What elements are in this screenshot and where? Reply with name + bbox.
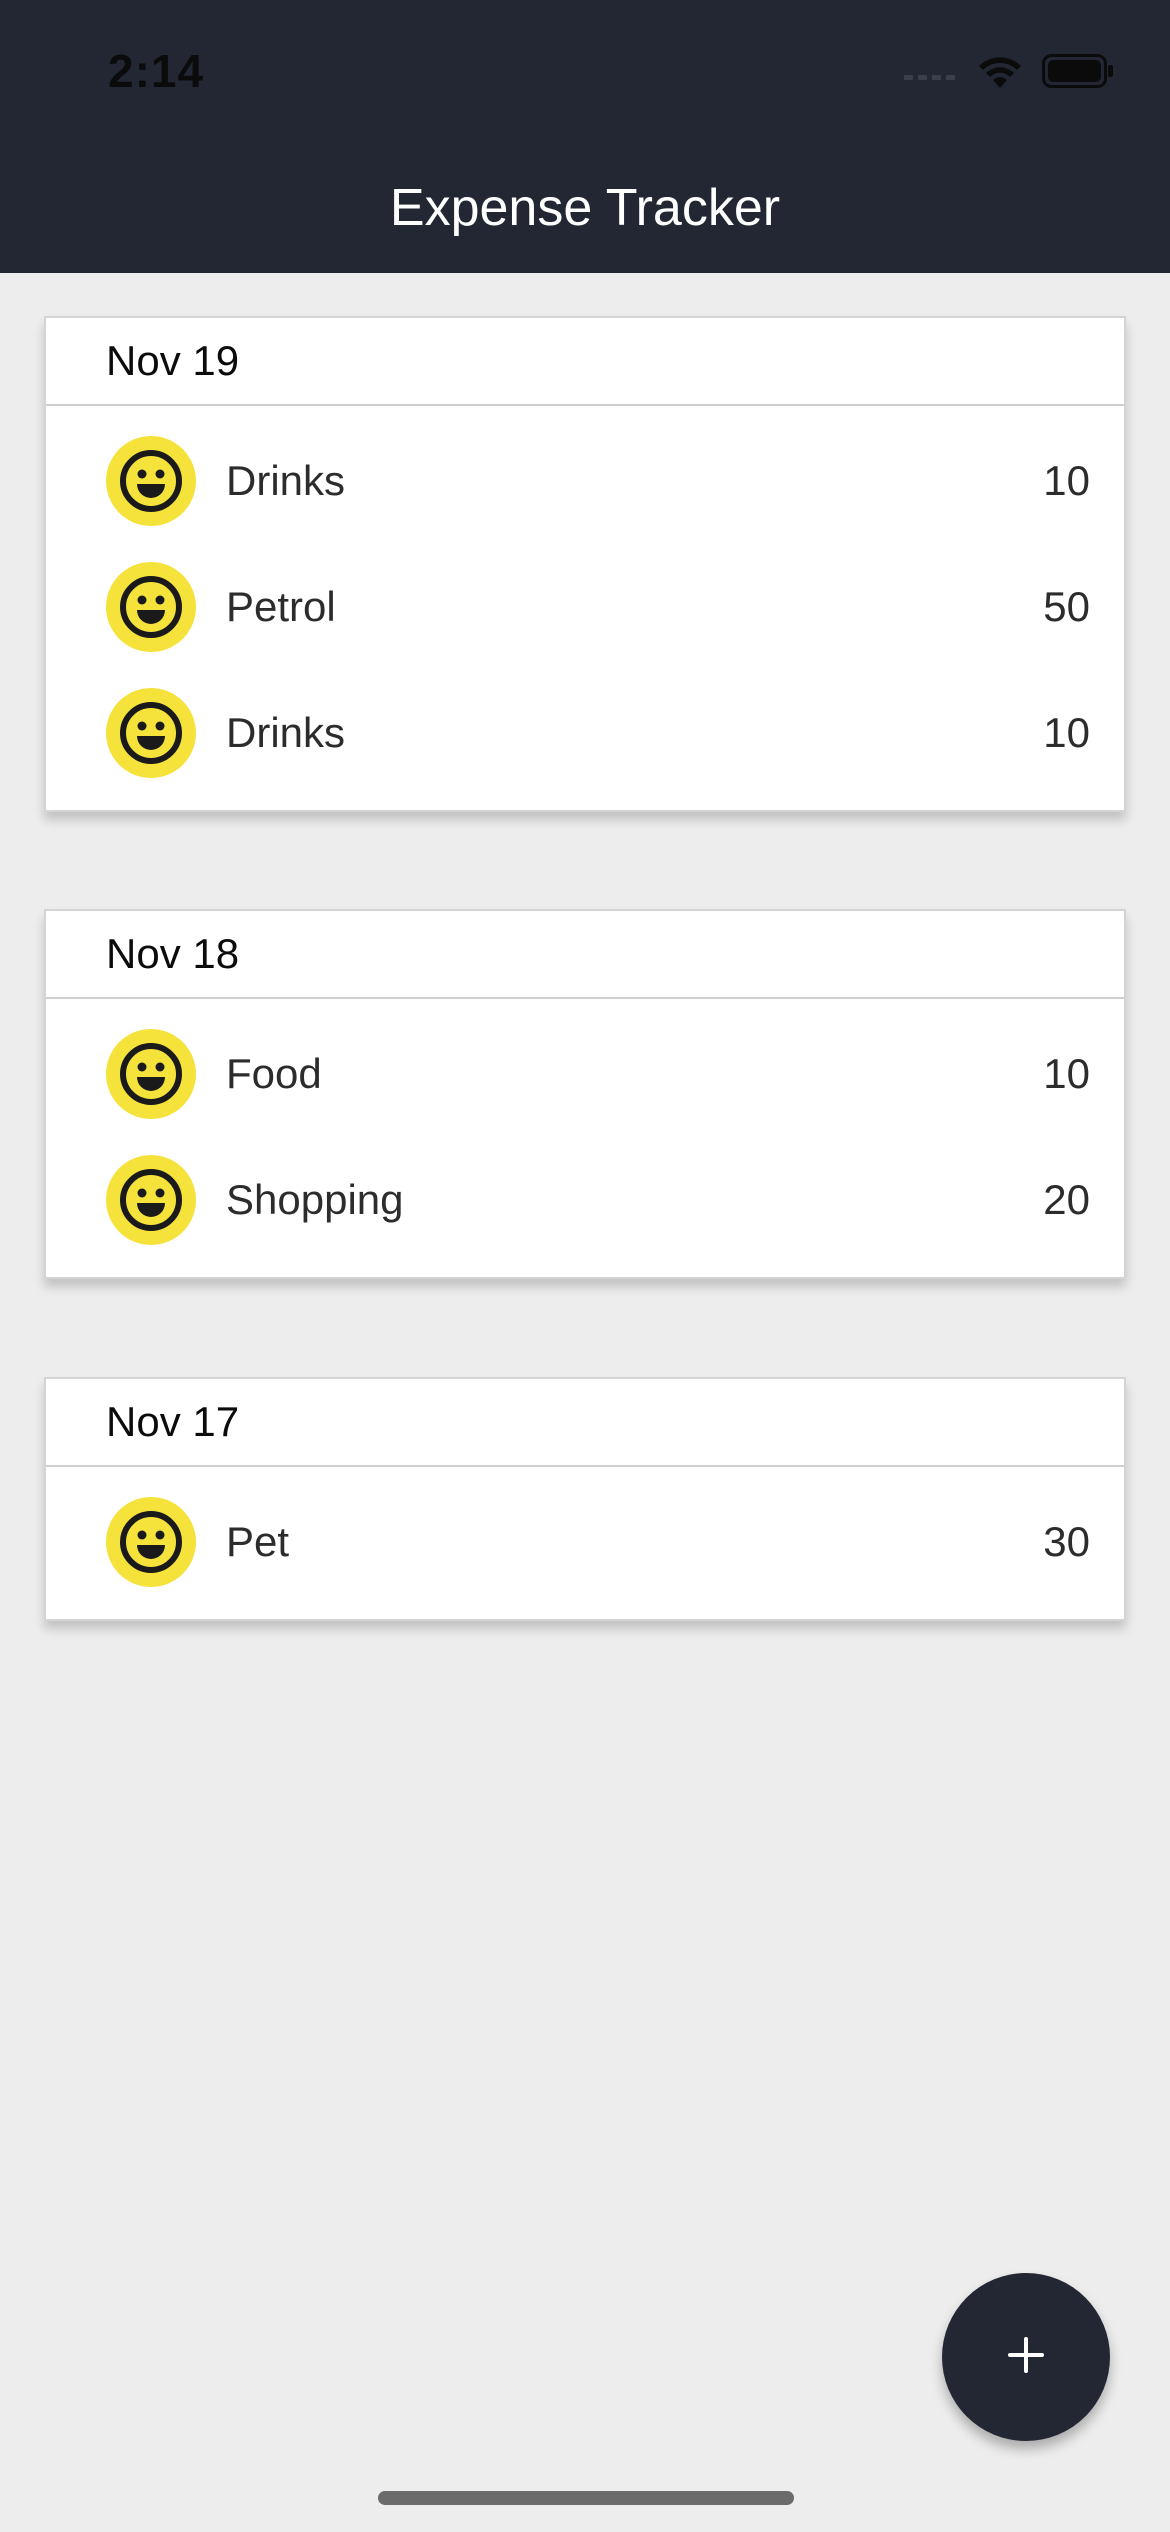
status-icons (904, 52, 1114, 95)
smiley-icon (106, 436, 196, 526)
status-time: 2:14 (108, 45, 205, 97)
expense-name: Shopping (226, 1176, 404, 1223)
expense-amount: 10 (1043, 709, 1090, 756)
expense-group-card: Nov 18 Food 10 Shopping 20 (44, 909, 1126, 1279)
expense-amount: 30 (1043, 1518, 1090, 1565)
group-date-header: Nov 19 (46, 318, 1124, 406)
battery-icon (1042, 54, 1114, 93)
group-date-header: Nov 17 (46, 1379, 1124, 1467)
wifi-icon (976, 52, 1024, 95)
expense-row[interactable]: Pet 30 (46, 1479, 1124, 1605)
expense-name: Petrol (226, 583, 336, 630)
smiley-icon (106, 688, 196, 778)
expense-amount: 50 (1043, 583, 1090, 630)
plus-icon (1004, 2333, 1048, 2382)
group-date-header: Nov 18 (46, 911, 1124, 999)
expense-group-card: Nov 17 Pet 30 (44, 1377, 1126, 1621)
expense-group-card: Nov 19 Drinks 10 Petrol 50 Drinks 10 (44, 316, 1126, 812)
add-expense-button[interactable] (942, 2273, 1110, 2441)
app-header: 2:14 Expense Tracker (0, 0, 1170, 273)
expense-row[interactable]: Drinks 10 (46, 418, 1124, 544)
smiley-icon (106, 1497, 196, 1587)
expense-name: Food (226, 1050, 322, 1097)
expense-row[interactable]: Drinks 10 (46, 670, 1124, 796)
expense-row[interactable]: Petrol 50 (46, 544, 1124, 670)
expense-amount: 10 (1043, 1050, 1090, 1097)
expense-row[interactable]: Food 10 (46, 1011, 1124, 1137)
smiley-icon (106, 1029, 196, 1119)
smiley-icon (106, 1155, 196, 1245)
page-title: Expense Tracker (389, 179, 781, 237)
expense-amount: 20 (1043, 1176, 1090, 1223)
signal-icon (904, 61, 958, 86)
home-indicator[interactable] (378, 2491, 794, 2505)
smiley-icon (106, 562, 196, 652)
expense-row[interactable]: Shopping 20 (46, 1137, 1124, 1263)
expense-name: Drinks (226, 709, 346, 756)
expense-name: Drinks (226, 457, 346, 504)
expense-name: Pet (226, 1518, 290, 1565)
expense-amount: 10 (1043, 457, 1090, 504)
